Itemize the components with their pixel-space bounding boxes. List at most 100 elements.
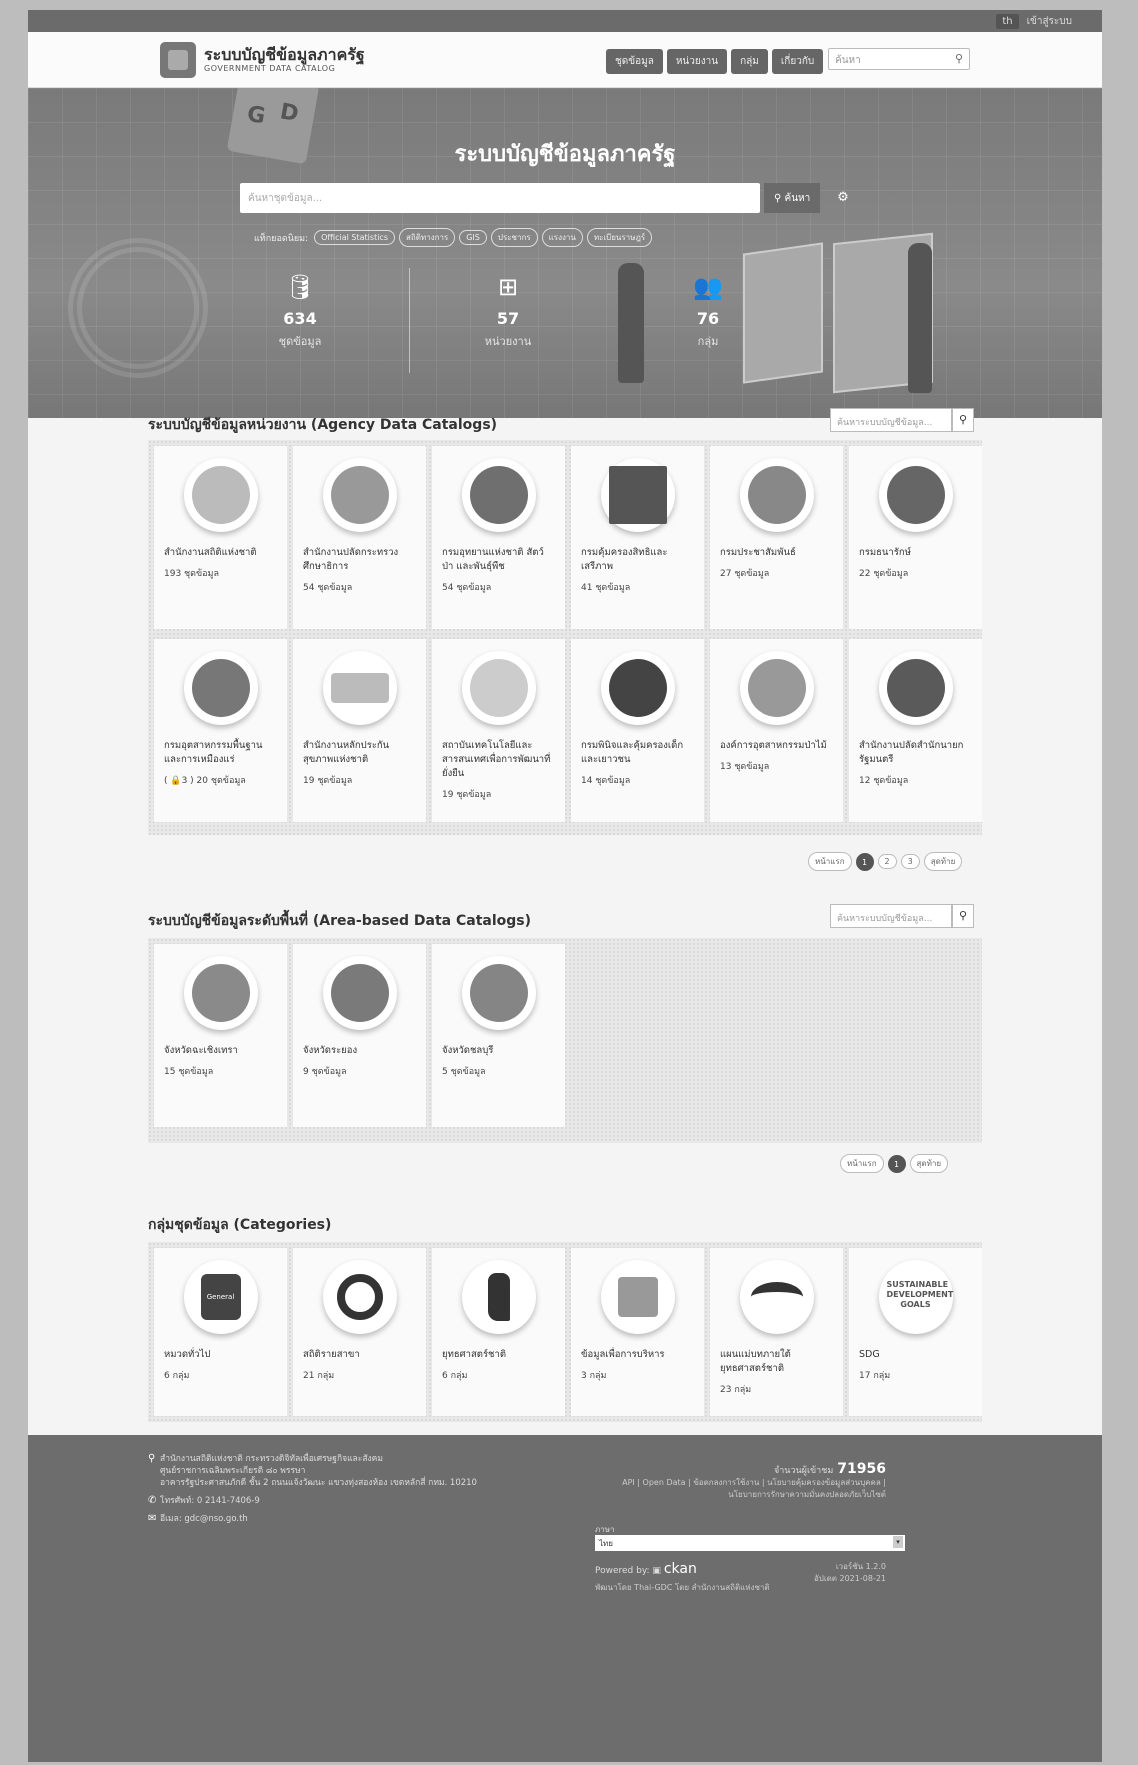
agency-card[interactable]: สำนักงานปลัดสำนักนายกรัฐมนตรี 12 ชุดข้อมู…	[849, 639, 982, 822]
area-count: 9 ชุดข้อมูล	[303, 1067, 347, 1077]
site-header: ระบบบัญชีข้อมูลภาครัฐ GOVERNMENT DATA CA…	[28, 32, 1102, 88]
agency-card[interactable]: สำนักงานสถิติแห่งชาติ 193 ชุดข้อมูล	[154, 446, 287, 629]
nav-organizations[interactable]: หน่วยงาน	[666, 49, 728, 74]
nav-groups[interactable]: กลุ่ม	[731, 49, 768, 74]
pager-first[interactable]: หน้าแรก	[840, 1154, 884, 1173]
category-name: สถิติรายสาขา	[303, 1349, 360, 1360]
agency-name: กรมคุ้มครองสิทธิและเสรีภาพ	[581, 547, 668, 572]
tag-chip[interactable]: Official Statistics	[314, 230, 395, 245]
agency-card[interactable]: กรมพินิจและคุ้มครองเด็กและเยาวชน 14 ชุดข้…	[571, 639, 704, 822]
agency-card[interactable]: สถาบันเทคโนโลยีและสารสนเทศเพื่อการพัฒนาท…	[432, 639, 565, 822]
hero-search-input[interactable]: ค้นหาชุดข้อมูล...	[240, 183, 760, 213]
agency-grid: สำนักงานสถิติแห่งชาติ 193 ชุดข้อมูล สำนัก…	[148, 440, 982, 835]
category-card[interactable]: ข้อมูลเพื่อการบริหาร 3 กลุ่ม	[571, 1248, 704, 1416]
login-link[interactable]: เข้าสู่ระบบ	[1027, 14, 1072, 29]
category-card[interactable]: General หมวดทั่วไป 6 กลุ่ม	[154, 1248, 287, 1416]
footer-address-3: อาคารรัฐประศาสนภักดี ชั้น 2 ถนนแจ้งวัฒนะ…	[160, 1478, 477, 1488]
tag-chip[interactable]: ทะเบียนราษฎร์	[586, 228, 653, 247]
hero-banner: G D ระบบบัญชีข้อมูลภาครัฐ ค้นหาชุดข้อมูล…	[28, 88, 1102, 418]
nav-datasets[interactable]: ชุดข้อมูล	[606, 49, 663, 74]
person-graphic	[908, 243, 932, 393]
agency-card[interactable]: กรมอุทยานแห่งชาติ สัตว์ป่า และพันธุ์พืช 5…	[432, 446, 565, 629]
stat-organizations[interactable]: ⊞ 57 หน่วยงาน	[408, 273, 608, 350]
agency-count: 54 ชุดข้อมูล	[442, 583, 492, 593]
agency-name: กรมอุตสาหกรรมพื้นฐานและการเหมืองแร่	[164, 740, 263, 765]
footer-email[interactable]: อีเมล: gdc@nso.go.th	[160, 1513, 248, 1525]
popular-tags-label: แท็กยอดนิยม:	[254, 233, 309, 244]
agency-card[interactable]: กรมประชาสัมพันธ์ 27 ชุดข้อมูล	[710, 446, 843, 629]
agency-logo-icon	[322, 458, 397, 532]
pager-page[interactable]: 1	[887, 1154, 906, 1173]
site-logo-icon[interactable]	[160, 41, 196, 78]
footer-links-line[interactable]: นโยบายการรักษาความมั่นคงปลอดภัยเว็บไซต์	[622, 1489, 886, 1501]
nav-about[interactable]: เกี่ยวกับ	[771, 49, 824, 74]
pager-first[interactable]: หน้าแรก	[808, 852, 852, 871]
agency-cards: สำนักงานสถิติแห่งชาติ 193 ชุดข้อมูล สำนัก…	[148, 440, 982, 828]
search-icon[interactable]: ⚲	[952, 408, 974, 432]
agency-card[interactable]: กรมธนารักษ์ 22 ชุดข้อมูล	[849, 446, 982, 629]
agency-name: กรมประชาสัมพันธ์	[720, 547, 796, 558]
area-grid: จังหวัดฉะเชิงเทรา 15 ชุดข้อมูล จังหวัดระย…	[148, 938, 982, 1143]
agency-name: กรมอุทยานแห่งชาติ สัตว์ป่า และพันธุ์พืช	[442, 547, 544, 572]
category-count: 21 กลุ่ม	[303, 1371, 335, 1381]
category-card[interactable]: สถิติรายสาขา 21 กลุ่ม	[293, 1248, 426, 1416]
gear-icon[interactable]: ⚙	[828, 183, 858, 213]
agency-count: ( 🔒3 ) 20 ชุดข้อมูล	[164, 776, 246, 786]
agency-card[interactable]: สำนักงานปลัดกระทรวงศึกษาธิการ 54 ชุดข้อมู…	[293, 446, 426, 629]
footer-links-line[interactable]: API | Open Data | ข้อตกลงการใช้งาน | นโย…	[622, 1477, 886, 1489]
pager-page[interactable]: 1	[855, 852, 874, 871]
pager-last[interactable]: สุดท้าย	[923, 852, 963, 871]
pager-page[interactable]: 2	[877, 854, 897, 869]
agency-card[interactable]: กรมอุตสาหกรรมพื้นฐานและการเหมืองแร่ ( 🔒3 …	[154, 639, 287, 822]
area-card[interactable]: จังหวัดฉะเชิงเทรา 15 ชุดข้อมูล	[154, 944, 287, 1127]
agency-card[interactable]: สำนักงานหลักประกันสุขภาพแห่งชาติ 19 ชุดข้…	[293, 639, 426, 822]
stat-number: 634	[283, 309, 317, 328]
tag-chip[interactable]: สถิติทางการ	[399, 228, 456, 247]
language-switch[interactable]: th	[996, 13, 1019, 29]
search-icon[interactable]: ⚲	[952, 904, 974, 928]
category-card[interactable]: SUSTAINABLE DEVELOPMENT GOALS SDG 17 กลุ่ม	[849, 1248, 982, 1416]
province-seal-icon	[322, 956, 397, 1030]
hero-search-button[interactable]: ⚲ ค้นหา	[764, 183, 821, 213]
brand[interactable]: ระบบบัญชีข้อมูลภาครัฐ GOVERNMENT DATA CA…	[204, 46, 365, 74]
powered-brand[interactable]: ckan	[664, 1561, 697, 1577]
language-select[interactable]: ไทย ▾	[595, 1535, 905, 1551]
agency-name: สำนักงานปลัดกระทรวงศึกษาธิการ	[303, 547, 399, 572]
tag-chip[interactable]: GIS	[459, 230, 487, 245]
footer-version: เวอร์ชัน 1.2.0 อัปเดต 2021-08-21	[814, 1561, 886, 1585]
tag-chip[interactable]: ประชากร	[490, 228, 538, 247]
visits-label: จำนวนผู้เข้าชม	[773, 1466, 834, 1476]
area-name: จังหวัดชลบุรี	[442, 1045, 494, 1056]
stat-datasets[interactable]: 🛢 634 ชุดข้อมูล	[200, 273, 400, 350]
agency-section-title: ระบบบัญชีข้อมูลหน่วยงาน (Agency Data Cat…	[148, 417, 498, 433]
pager-page[interactable]: 3	[900, 854, 920, 869]
category-card[interactable]: แผนแม่บทภายใต้ยุทธศาสตร์ชาติ 23 กลุ่ม	[710, 1248, 843, 1416]
header-search-input[interactable]: ค้นหา ⚲	[828, 48, 970, 70]
cube-letter-d: D	[278, 99, 301, 128]
agency-section-header: ระบบบัญชีข้อมูลหน่วยงาน (Agency Data Cat…	[28, 402, 1102, 442]
header-search-placeholder: ค้นหา	[835, 55, 861, 66]
stat-caption: ชุดข้อมูล	[278, 335, 322, 348]
hero-search-button-label: ค้นหา	[784, 193, 811, 204]
agency-card[interactable]: องค์การอุตสาหกรรมป่าไม้ 13 ชุดข้อมูล	[710, 639, 843, 822]
agency-count: 13 ชุดข้อมูล	[720, 762, 770, 772]
pager-last[interactable]: สุดท้าย	[909, 1154, 949, 1173]
category-card[interactable]: ยุทธศาสตร์ชาติ 6 กลุ่ม	[432, 1248, 565, 1416]
area-name: จังหวัดระยอง	[303, 1045, 358, 1056]
agency-count: 19 ชุดข้อมูล	[303, 776, 353, 786]
area-card[interactable]: จังหวัดชลบุรี 5 ชุดข้อมูล	[432, 944, 565, 1127]
footer-developer: พัฒนาโดย Thai-GDC โดย สำนักงานสถิติแห่งช…	[595, 1583, 770, 1592]
agency-search-input[interactable]: ค้นหาระบบบัญชีข้อมูล...	[830, 408, 952, 432]
tag-chip[interactable]: แรงงาน	[541, 228, 583, 247]
search-icon: ⚲	[774, 193, 785, 204]
area-card[interactable]: จังหวัดระยอง 9 ชุดข้อมูล	[293, 944, 426, 1127]
agency-logo-icon	[461, 458, 536, 532]
agency-card[interactable]: กรมคุ้มครองสิทธิและเสรีภาพ 41 ชุดข้อมูล	[571, 446, 704, 629]
search-icon[interactable]: ⚲	[955, 52, 963, 65]
area-search-input[interactable]: ค้นหาระบบบัญชีข้อมูล...	[830, 904, 952, 928]
agency-logo-icon	[739, 458, 814, 532]
agency-logo-icon	[600, 651, 675, 725]
cube-letter-g: G	[245, 101, 268, 130]
agency-logo-icon	[878, 458, 953, 532]
envelope-icon: ✉	[148, 1513, 157, 1524]
